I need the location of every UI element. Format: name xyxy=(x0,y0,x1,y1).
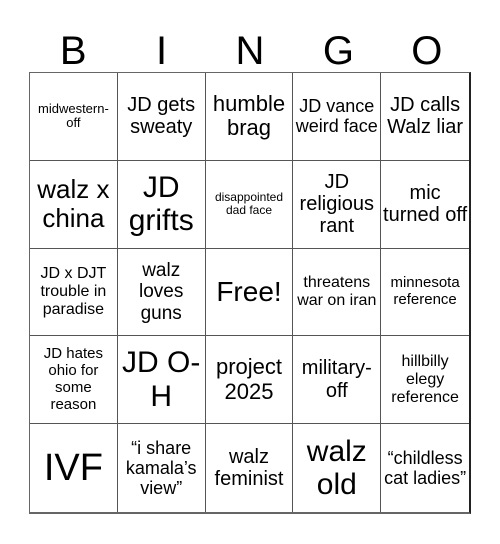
bingo-cell[interactable]: JD calls Walz liar xyxy=(381,73,469,161)
bingo-cell[interactable]: JD O-H xyxy=(117,336,206,425)
bingo-cell[interactable]: JD vance weird face xyxy=(293,73,382,161)
bingo-cell[interactable]: “childless cat ladies” xyxy=(381,424,469,512)
bingo-cell[interactable]: humble brag xyxy=(205,73,294,161)
bingo-cell[interactable]: JD hates ohio for some reason xyxy=(30,336,118,425)
bingo-cell[interactable]: walz old xyxy=(293,424,382,512)
header-letter-i: I xyxy=(156,29,168,73)
bingo-cell[interactable]: JD gets sweaty xyxy=(117,73,206,161)
bingo-cell[interactable]: walz loves guns xyxy=(117,248,206,337)
free-space-cell[interactable]: Free! xyxy=(205,248,294,337)
header-letter-b: B xyxy=(59,29,87,73)
bingo-cell[interactable]: midwestern-off xyxy=(30,73,118,161)
bingo-cell[interactable]: mic turned off xyxy=(381,161,469,249)
bingo-cell[interactable]: JD x DJT trouble in paradise xyxy=(30,248,118,337)
header-letter-g: G xyxy=(322,29,354,73)
bingo-header: B I N G O xyxy=(29,30,471,72)
bingo-cell[interactable]: walz x china xyxy=(30,160,118,249)
bingo-cell[interactable]: JD religious rant xyxy=(293,160,382,249)
bingo-cell[interactable]: JD grifts xyxy=(117,160,206,249)
bingo-cell[interactable]: threatens war on iran xyxy=(293,248,382,337)
header-letter-o: O xyxy=(411,29,443,73)
bingo-cell[interactable]: IVF xyxy=(30,424,118,512)
bingo-cell[interactable]: “i share kamala’s view” xyxy=(118,424,206,512)
bingo-cell[interactable]: hillbilly elegy reference xyxy=(381,336,469,425)
bingo-cell[interactable]: military-off xyxy=(293,336,382,425)
bingo-card: midwestern-off JD gets sweaty humble bra… xyxy=(29,72,471,514)
header-letter-n: N xyxy=(235,29,265,73)
bingo-cell[interactable]: minnesota reference xyxy=(381,249,469,337)
bingo-cell[interactable]: walz feminist xyxy=(206,424,294,512)
bingo-cell[interactable]: project 2025 xyxy=(205,336,294,425)
bingo-cell[interactable]: disappointed dad face xyxy=(205,160,294,249)
